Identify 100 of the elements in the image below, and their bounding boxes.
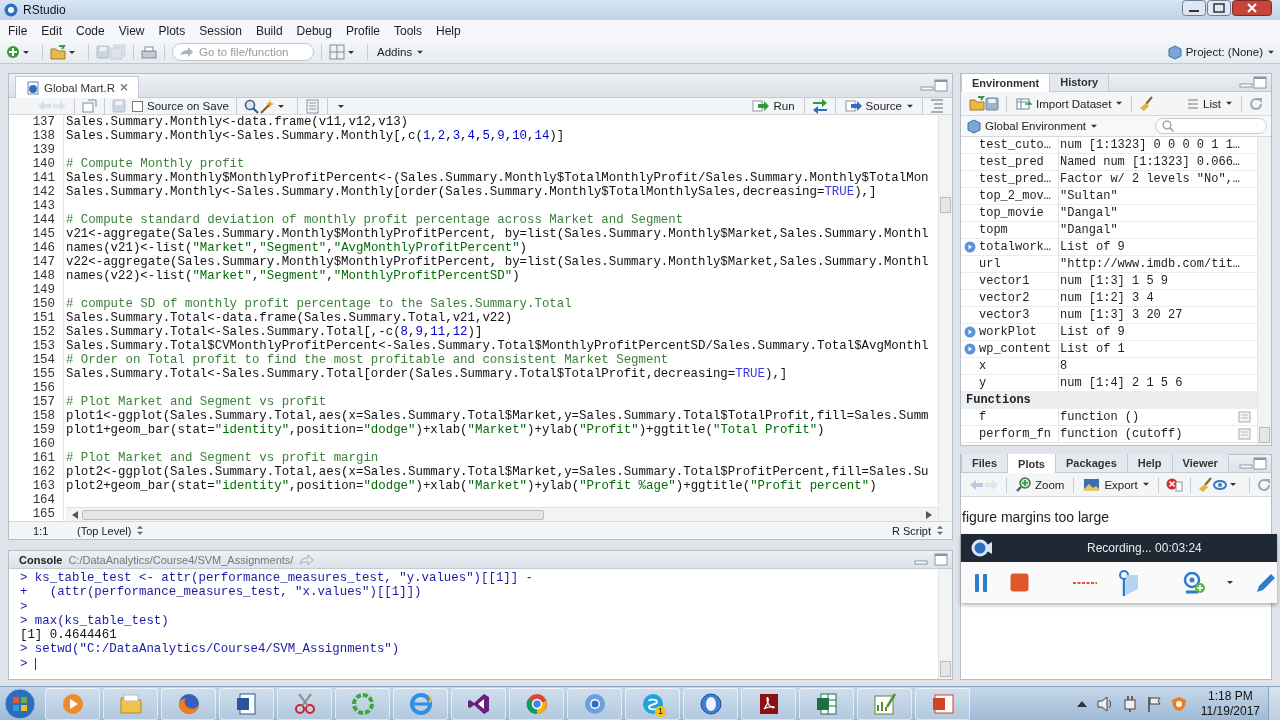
spreadsheet-icon[interactable] xyxy=(814,691,839,716)
menu-item[interactable]: Profile xyxy=(338,21,387,40)
menu-item[interactable]: Edit xyxy=(34,21,70,40)
scissors-icon[interactable] xyxy=(292,691,317,716)
pane-tab[interactable]: Environment xyxy=(961,74,1051,92)
variable-row[interactable]: url "http://www.imdb.com/tit… xyxy=(961,256,1257,273)
menu-item[interactable]: Help xyxy=(429,21,468,40)
menu-item[interactable]: Debug xyxy=(289,21,339,40)
stop-icon[interactable] xyxy=(1010,573,1029,592)
expand-icon[interactable] xyxy=(964,343,976,355)
pane-tab[interactable]: Viewer xyxy=(1171,454,1229,472)
scroll-right-icon[interactable] xyxy=(926,510,932,519)
project-button[interactable]: Project: (None) xyxy=(1165,43,1276,61)
new-file-icon[interactable] xyxy=(6,45,20,59)
show-in-window-icon[interactable] xyxy=(82,99,97,113)
save-icon[interactable] xyxy=(985,96,999,111)
run-button[interactable]: Run xyxy=(750,97,797,115)
print-icon[interactable] xyxy=(141,45,157,59)
maximize-pane-icon[interactable] xyxy=(934,78,948,93)
ring-icon[interactable] xyxy=(350,691,375,716)
chart-icon[interactable] xyxy=(872,691,897,716)
variable-row[interactable]: top_movie "Dangal" xyxy=(961,205,1257,222)
maximize-pane-icon[interactable] xyxy=(934,552,948,567)
variable-row[interactable]: vector2 num [1:2] 3 4 xyxy=(961,290,1257,307)
broom-icon[interactable] xyxy=(1139,96,1155,111)
refresh-icon[interactable] xyxy=(1256,477,1271,492)
variable-row[interactable]: x 8 xyxy=(961,358,1257,375)
caret-icon[interactable] xyxy=(348,50,354,54)
webcam-icon[interactable] xyxy=(1183,571,1205,594)
power-plug-icon[interactable] xyxy=(1122,695,1137,712)
expand-icon[interactable] xyxy=(964,326,976,338)
menu-item[interactable]: Tools xyxy=(387,21,429,40)
re-run-icon[interactable] xyxy=(811,98,828,114)
pane-tab[interactable]: Packages xyxy=(1055,454,1128,472)
minimize-icon[interactable] xyxy=(1182,0,1206,16)
vertical-scrollbar[interactable] xyxy=(938,569,952,679)
view-source-icon[interactable] xyxy=(1238,428,1251,440)
maximize-icon[interactable] xyxy=(1207,0,1231,16)
flag-icon[interactable] xyxy=(1146,695,1161,712)
delete-plot-icon[interactable] xyxy=(1165,477,1183,492)
variable-row[interactable]: top_2_mov… "Sultan" xyxy=(961,188,1257,205)
scrollbar-thumb[interactable] xyxy=(82,509,544,520)
menu-item[interactable]: File xyxy=(1,21,35,40)
pane-tab[interactable]: History xyxy=(1049,74,1110,91)
search-field[interactable] xyxy=(1155,118,1267,134)
open-folder-icon[interactable] xyxy=(969,96,985,111)
chat-icon[interactable] xyxy=(640,691,665,716)
file-tab[interactable]: Global Mart.R xyxy=(15,76,139,98)
maximize-pane-icon[interactable] xyxy=(1253,456,1267,471)
caret-icon[interactable] xyxy=(23,50,29,54)
clock[interactable]: 1:18 PM 11/19/2017 xyxy=(1200,688,1260,719)
pause-icon[interactable] xyxy=(974,572,988,593)
caret-icon[interactable] xyxy=(277,104,284,108)
scope-selector[interactable]: (Top Level) xyxy=(75,521,147,539)
show-hidden-icons[interactable] xyxy=(1076,700,1087,707)
menu-item[interactable]: View xyxy=(111,21,152,40)
broom-icon[interactable] xyxy=(1197,477,1213,492)
variable-row[interactable]: vector1 num [1:3] 1 5 9 xyxy=(961,273,1257,290)
pane-tab[interactable]: Plots xyxy=(1007,454,1056,473)
ribbon-icon[interactable] xyxy=(466,691,491,716)
caret-icon[interactable] xyxy=(1227,581,1233,584)
wand-icon[interactable] xyxy=(258,98,275,114)
vertical-scrollbar[interactable] xyxy=(1257,137,1271,445)
caret-icon[interactable] xyxy=(1229,483,1236,486)
speaker-icon[interactable] xyxy=(1096,696,1113,711)
slides-icon[interactable] xyxy=(930,691,955,716)
pencil-icon[interactable] xyxy=(1255,571,1277,594)
horizontal-scrollbar[interactable] xyxy=(66,507,938,521)
dashes-icon[interactable] xyxy=(1073,580,1097,585)
variable-row[interactable]: test_pred… Factor w/ 2 levels "No",… xyxy=(961,171,1257,188)
variable-row[interactable]: vector3 num [1:3] 3 20 27 xyxy=(961,307,1257,324)
addins-button[interactable]: Addins xyxy=(375,43,426,61)
pane-tab[interactable]: Help xyxy=(1126,454,1173,472)
menu-item[interactable]: Session xyxy=(192,21,249,40)
close-icon[interactable] xyxy=(1232,0,1272,16)
caret-icon[interactable] xyxy=(337,104,344,108)
expand-icon[interactable] xyxy=(964,241,976,253)
caret-icon[interactable] xyxy=(69,50,75,54)
scroll-left-icon[interactable] xyxy=(72,510,78,519)
media-player-icon[interactable] xyxy=(60,691,85,716)
document-icon[interactable] xyxy=(234,691,259,716)
source-button[interactable]: Source xyxy=(842,97,915,115)
variable-row[interactable]: test_pred Named num [1:1323] 0.066… xyxy=(961,154,1257,171)
refresh-icon[interactable] xyxy=(1249,96,1263,111)
import-dataset-button[interactable]: Import Dataset xyxy=(1014,94,1125,113)
view-source-icon[interactable] xyxy=(1238,411,1251,423)
variable-row[interactable]: test_cuto… num [1:1323] 0 0 0 0 1 1… xyxy=(961,137,1257,154)
variable-row[interactable]: topm "Dangal" xyxy=(961,222,1257,239)
folder-icon[interactable] xyxy=(118,691,143,716)
pane-tab[interactable]: Files xyxy=(961,454,1009,472)
shield-icon[interactable] xyxy=(1170,695,1187,712)
start-button[interactable] xyxy=(3,687,37,720)
outline-icon[interactable] xyxy=(930,98,944,114)
zoom-button[interactable]: Zoom xyxy=(1014,475,1067,494)
view-mode-button[interactable]: List xyxy=(1185,94,1234,113)
menu-item[interactable]: Plots xyxy=(151,21,193,40)
maximize-pane-icon[interactable] xyxy=(1253,75,1267,90)
export-button[interactable]: Export xyxy=(1081,475,1151,494)
sphere-icon[interactable] xyxy=(698,691,723,716)
menu-item[interactable]: Code xyxy=(69,21,112,40)
